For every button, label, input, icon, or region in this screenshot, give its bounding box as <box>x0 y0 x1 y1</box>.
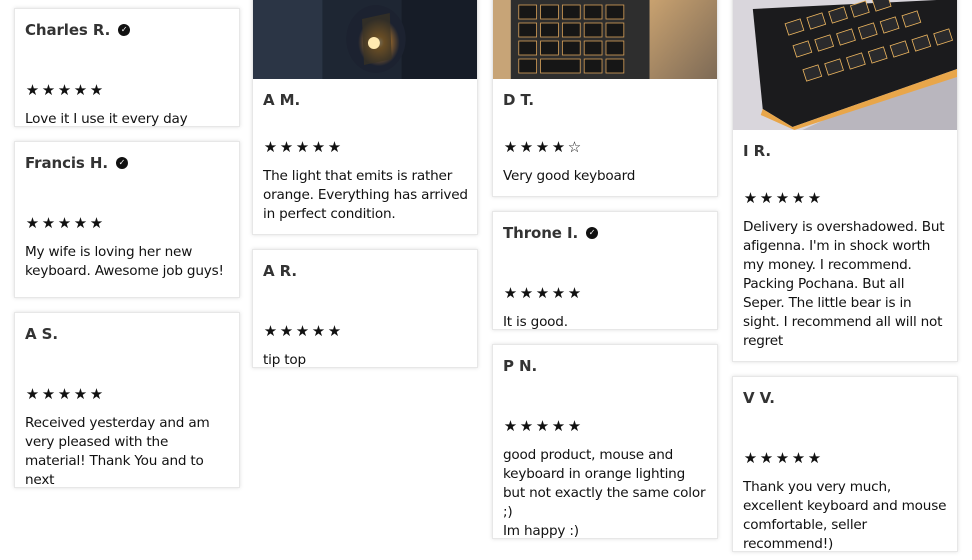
star-filled-icon: ★ <box>807 449 822 467</box>
star-rating: ★ ★ ★ ★ ★ <box>25 83 104 98</box>
review-card: V V. ★ ★ ★ ★ ★ Thank you very much, excellen… <box>732 376 958 552</box>
review-card: A R. ★ ★ ★ ★ ★ tip top <box>252 249 478 368</box>
star-filled-icon: ★ <box>775 189 790 207</box>
star-rating: ★ ★ ★ ★ ★ <box>743 191 822 206</box>
star-filled-icon: ★ <box>73 385 88 403</box>
reviewer-name: A M. <box>263 91 301 109</box>
star-filled-icon: ★ <box>73 214 88 232</box>
star-filled-icon: ★ <box>567 417 582 435</box>
star-filled-icon: ★ <box>57 214 72 232</box>
review-photo[interactable] <box>733 0 957 130</box>
star-filled-icon: ★ <box>57 385 72 403</box>
star-filled-icon: ★ <box>759 189 774 207</box>
star-filled-icon: ★ <box>25 385 40 403</box>
star-filled-icon: ★ <box>503 138 518 156</box>
star-filled-icon: ★ <box>535 138 550 156</box>
star-rating: ★ ★ ★ ★ ☆ <box>503 140 582 155</box>
review-card: D T. ★ ★ ★ ★ ☆ Very good keyboard <box>492 0 718 197</box>
review-card: P N. ★ ★ ★ ★ ★ good product, mouse and keybo… <box>492 344 718 539</box>
star-filled-icon: ★ <box>551 417 566 435</box>
star-filled-icon: ★ <box>743 189 758 207</box>
review-text: Received yesterday and am very pleased w… <box>25 415 210 488</box>
review-text: good product, mouse and keyboard in oran… <box>503 447 706 539</box>
star-filled-icon: ★ <box>327 322 342 340</box>
star-filled-icon: ★ <box>311 138 326 156</box>
verified-check-icon: ✓ <box>118 24 131 36</box>
star-filled-icon: ★ <box>41 214 56 232</box>
star-filled-icon: ★ <box>759 449 774 467</box>
review-text: My wife is loving her new keyboard. Awes… <box>25 244 224 279</box>
star-filled-icon: ★ <box>743 449 758 467</box>
review-text: tip top <box>263 352 306 368</box>
reviewer-name: Throne I. <box>503 224 579 242</box>
review-card: Francis H. ✓ ★ ★ ★ ★ ★ My wife is loving her … <box>14 141 240 298</box>
star-filled-icon: ★ <box>89 385 104 403</box>
reviewer-name: D T. <box>503 91 534 109</box>
reviewer-name: A R. <box>263 262 297 280</box>
review-card: A S. ★ ★ ★ ★ ★ Received yesterday and am ver… <box>14 312 240 488</box>
star-rating: ★ ★ ★ ★ ★ <box>263 324 342 339</box>
star-filled-icon: ★ <box>503 284 518 302</box>
star-filled-icon: ★ <box>279 322 294 340</box>
star-filled-icon: ★ <box>41 385 56 403</box>
review-text: Thank you very much, excellent keyboard … <box>743 479 947 552</box>
star-filled-icon: ★ <box>519 417 534 435</box>
review-text: It is good. <box>503 314 568 330</box>
review-card: Charles R. ✓ ★ ★ ★ ★ ★ Love it I use it every… <box>14 8 240 127</box>
star-filled-icon: ★ <box>41 81 56 99</box>
review-text: Very good keyboard <box>503 168 636 184</box>
star-filled-icon: ★ <box>327 138 342 156</box>
reviewer-name: V V. <box>743 389 775 407</box>
star-filled-icon: ★ <box>89 214 104 232</box>
star-filled-icon: ★ <box>567 284 582 302</box>
review-card: Throne I. ✓ ★ ★ ★ ★ ★ It is good. <box>492 211 718 330</box>
star-empty-icon: ☆ <box>567 138 582 156</box>
review-card: A M. ★ ★ ★ ★ ★ The light that emits is rathe… <box>252 0 478 235</box>
verified-check-icon: ✓ <box>586 227 599 239</box>
review-photo[interactable] <box>253 0 477 79</box>
star-filled-icon: ★ <box>519 284 534 302</box>
star-filled-icon: ★ <box>311 322 326 340</box>
star-filled-icon: ★ <box>263 138 278 156</box>
star-filled-icon: ★ <box>25 214 40 232</box>
star-filled-icon: ★ <box>775 449 790 467</box>
star-rating: ★ ★ ★ ★ ★ <box>503 286 582 301</box>
star-filled-icon: ★ <box>57 81 72 99</box>
star-rating: ★ ★ ★ ★ ★ <box>503 419 582 434</box>
reviewer-name: Charles R. <box>25 21 111 39</box>
reviewer-name: I R. <box>743 142 771 160</box>
star-filled-icon: ★ <box>295 322 310 340</box>
verified-check-icon: ✓ <box>115 157 128 169</box>
star-filled-icon: ★ <box>25 81 40 99</box>
star-filled-icon: ★ <box>263 322 278 340</box>
star-filled-icon: ★ <box>73 81 88 99</box>
review-text: The light that emits is rather orange. E… <box>263 168 468 222</box>
star-rating: ★ ★ ★ ★ ★ <box>25 387 104 402</box>
star-filled-icon: ★ <box>295 138 310 156</box>
star-filled-icon: ★ <box>519 138 534 156</box>
star-filled-icon: ★ <box>791 189 806 207</box>
reviewer-name: Francis H. <box>25 154 108 172</box>
star-rating: ★ ★ ★ ★ ★ <box>263 140 342 155</box>
reviewer-name: A S. <box>25 325 58 343</box>
star-filled-icon: ★ <box>89 81 104 99</box>
review-card: I R. ★ ★ ★ ★ ★ Delivery is overshadowed. But… <box>732 0 958 362</box>
star-filled-icon: ★ <box>551 284 566 302</box>
star-filled-icon: ★ <box>551 138 566 156</box>
review-photo[interactable] <box>493 0 717 79</box>
star-rating: ★ ★ ★ ★ ★ <box>743 451 822 466</box>
star-rating: ★ ★ ★ ★ ★ <box>25 216 104 231</box>
star-filled-icon: ★ <box>535 417 550 435</box>
star-filled-icon: ★ <box>503 417 518 435</box>
review-text: Love it I use it every day <box>25 111 188 127</box>
reviewer-name: P N. <box>503 357 538 375</box>
star-filled-icon: ★ <box>535 284 550 302</box>
review-text: Delivery is overshadowed. But afigenna. … <box>743 219 945 349</box>
star-filled-icon: ★ <box>807 189 822 207</box>
star-filled-icon: ★ <box>279 138 294 156</box>
star-filled-icon: ★ <box>791 449 806 467</box>
